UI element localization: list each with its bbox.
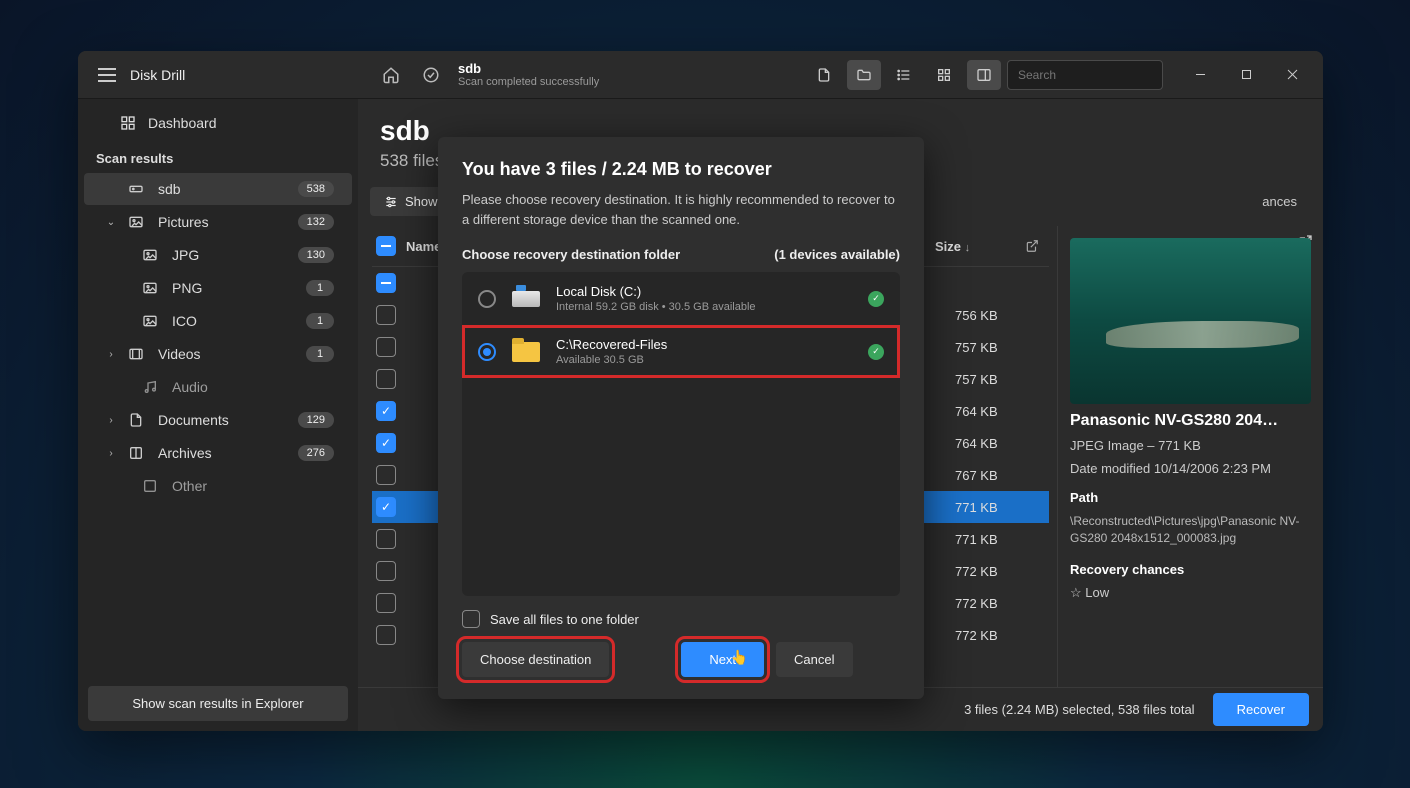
destination-list: Local Disk (C:)Internal 59.2 GB disk • 3… [462, 272, 900, 596]
list-view-button[interactable] [887, 60, 921, 90]
choose-folder-label: Choose recovery destination folder [462, 247, 680, 262]
check-button[interactable] [416, 60, 446, 90]
modal-text: Please choose recovery destination. It i… [462, 190, 900, 229]
sidebar-item-png[interactable]: PNG1 [84, 272, 352, 304]
titlebar: Disk Drill sdb Scan completed successful… [78, 51, 1323, 99]
image-icon [128, 214, 148, 230]
video-icon [128, 346, 148, 362]
minimize-button[interactable] [1177, 60, 1223, 90]
other-icon [142, 478, 162, 494]
grid-view-button[interactable] [927, 60, 961, 90]
doc-view-button[interactable] [807, 60, 841, 90]
choose-destination-button[interactable]: Choose destination [462, 642, 609, 677]
drive-icon [512, 291, 540, 307]
destination-radio[interactable] [478, 290, 496, 308]
app-title: Disk Drill [130, 67, 185, 83]
drive-icon [128, 181, 148, 197]
folder-view-button[interactable] [847, 60, 881, 90]
dashboard-icon [120, 115, 136, 131]
next-button[interactable]: Next 👆 [681, 642, 764, 677]
modal-backdrop: You have 3 files / 2.24 MB to recover Pl… [358, 99, 1323, 731]
image-icon [142, 313, 162, 329]
search-input[interactable] [1018, 68, 1173, 82]
cancel-button[interactable]: Cancel [776, 642, 852, 677]
crumb-subtitle: Scan completed successfully [458, 76, 599, 88]
destination-drive[interactable]: Local Disk (C:)Internal 59.2 GB disk • 3… [462, 272, 900, 325]
folder-icon [512, 342, 540, 362]
crumb-title: sdb [458, 61, 599, 76]
app-window: Disk Drill sdb Scan completed successful… [78, 51, 1323, 731]
destination-radio[interactable] [478, 343, 496, 361]
save-all-checkbox[interactable] [462, 610, 480, 628]
recovery-destination-modal: You have 3 files / 2.24 MB to recover Pl… [438, 137, 924, 699]
sidebar-section-label: Scan results [78, 141, 358, 172]
home-button[interactable] [376, 60, 406, 90]
sidebar-item-sdb[interactable]: sdb538 [84, 173, 352, 205]
close-button[interactable] [1269, 60, 1315, 90]
status-ok-icon: ✓ [868, 344, 884, 360]
sidebar-item-videos[interactable]: ›Videos1 [84, 338, 352, 370]
sidebar-item-documents[interactable]: ›Documents129 [84, 404, 352, 436]
maximize-button[interactable] [1223, 60, 1269, 90]
doc-icon [128, 412, 148, 428]
destination-folder[interactable]: C:\Recovered-FilesAvailable 30.5 GB✓ [462, 325, 900, 378]
image-icon [142, 247, 162, 263]
save-all-label: Save all files to one folder [490, 612, 639, 627]
sidebar-item-other[interactable]: Other [84, 470, 352, 502]
sidebar-item-ico[interactable]: ICO1 [84, 305, 352, 337]
search-box[interactable] [1007, 60, 1163, 90]
show-in-explorer-button[interactable]: Show scan results in Explorer [88, 686, 348, 721]
menu-button[interactable] [98, 68, 116, 82]
sidebar: Dashboard Scan results sdb538⌄Pictures13… [78, 99, 358, 731]
sidebar-item-pictures[interactable]: ⌄Pictures132 [84, 206, 352, 238]
devices-label: (1 devices available) [774, 247, 900, 262]
sidebar-dashboard[interactable]: Dashboard [78, 105, 358, 141]
modal-title: You have 3 files / 2.24 MB to recover [462, 159, 900, 180]
panel-view-button[interactable] [967, 60, 1001, 90]
sidebar-item-jpg[interactable]: JPG130 [84, 239, 352, 271]
archive-icon [128, 445, 148, 461]
dashboard-label: Dashboard [148, 115, 217, 131]
sidebar-item-audio[interactable]: Audio [84, 371, 352, 403]
breadcrumb: sdb Scan completed successfully [458, 61, 599, 88]
status-ok-icon: ✓ [868, 291, 884, 307]
audio-icon [142, 379, 162, 395]
save-all-option[interactable]: Save all files to one folder [462, 610, 900, 628]
sidebar-item-archives[interactable]: ›Archives276 [84, 437, 352, 469]
image-icon [142, 280, 162, 296]
